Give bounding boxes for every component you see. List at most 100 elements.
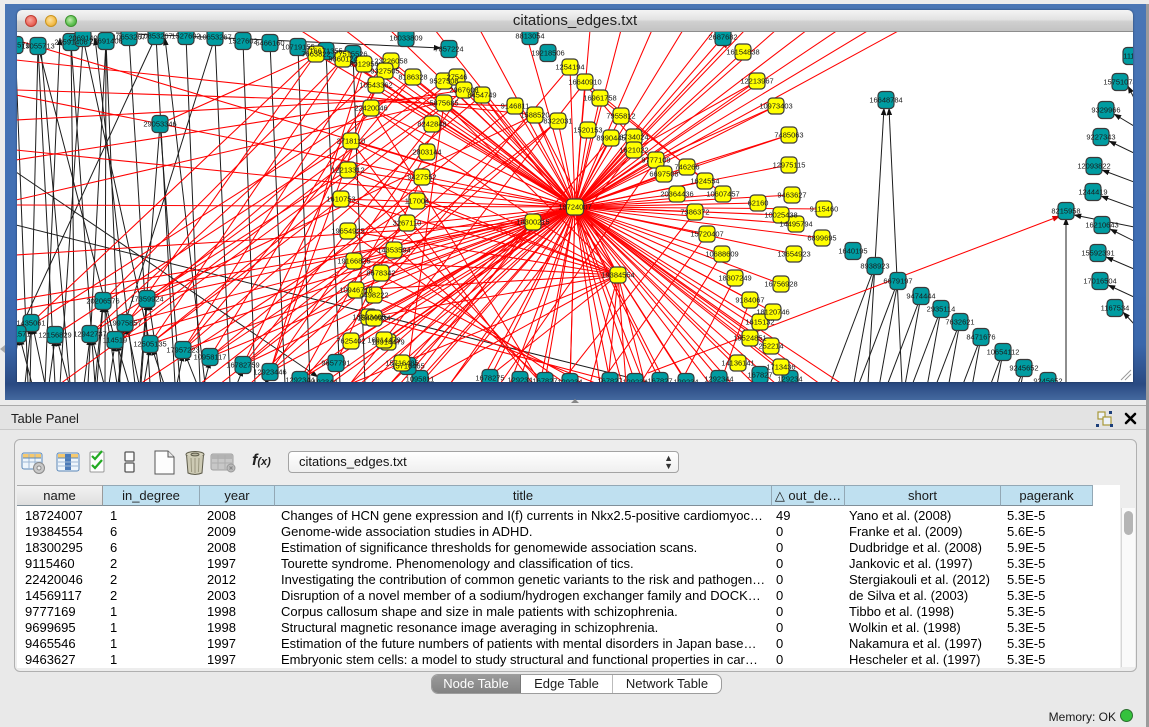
svg-text:7857224: 7857224: [434, 45, 463, 54]
svg-text:15592391: 15592391: [1081, 249, 1114, 258]
svg-text:62160: 62160: [748, 199, 769, 208]
svg-text:8471676: 8471676: [966, 333, 995, 342]
svg-text:1621022: 1621022: [619, 146, 648, 155]
svg-text:8322031: 8322031: [543, 117, 572, 126]
svg-text:9777109: 9777109: [641, 156, 670, 165]
svg-text:9329966: 9329966: [1091, 106, 1120, 115]
svg-text:167827: 167827: [747, 371, 772, 380]
svg-text:23226058: 23226058: [374, 57, 407, 66]
svg-text:3267110: 3267110: [393, 219, 422, 228]
svg-text:9427552: 9427552: [407, 173, 436, 182]
svg-text:14495794: 14495794: [779, 220, 812, 229]
svg-text:15751074: 15751074: [1103, 78, 1133, 87]
svg-text:1713436: 1713436: [766, 363, 795, 372]
svg-text:18307249: 18307249: [718, 274, 751, 283]
svg-text:27546: 27546: [447, 73, 468, 82]
svg-text:10025438: 10025438: [764, 211, 797, 220]
svg-text:1254194: 1254194: [555, 63, 584, 72]
svg-text:1678275: 1678275: [475, 374, 504, 383]
svg-text:16648784: 16648784: [869, 96, 902, 105]
svg-text:16154838: 16154838: [726, 48, 759, 57]
svg-text:19384554: 19384554: [601, 271, 634, 280]
svg-text:29053346: 29053346: [143, 120, 176, 129]
svg-text:10688609: 10688609: [705, 250, 738, 259]
svg-text:9657791: 9657791: [321, 359, 350, 368]
svg-text:4498222: 4498222: [359, 291, 388, 300]
svg-text:7386372: 7386372: [680, 208, 709, 217]
svg-text:12213312: 12213312: [331, 166, 364, 175]
svg-text:391571: 391571: [17, 330, 31, 339]
svg-text:1624554: 1624554: [690, 177, 719, 186]
svg-text:1292344: 1292344: [704, 375, 733, 383]
svg-text:167827: 167827: [532, 377, 557, 383]
svg-text:1244419: 1244419: [1078, 188, 1107, 197]
svg-text:2935114: 2935114: [927, 305, 956, 314]
svg-text:167827: 167827: [647, 377, 672, 383]
svg-text:10543362: 10543362: [359, 81, 392, 90]
svg-text:2718110: 2718110: [337, 137, 366, 146]
svg-text:1435061: 1435061: [17, 319, 46, 328]
svg-text:19055713: 19055713: [21, 42, 54, 51]
svg-text:129234: 129234: [673, 378, 698, 383]
svg-text:10654112: 10654112: [987, 348, 1020, 357]
svg-text:9146811: 9146811: [501, 102, 530, 111]
svg-text:14353594: 14353594: [377, 246, 410, 255]
svg-text:8454749: 8454749: [467, 91, 496, 100]
svg-text:9227343: 9227343: [1086, 133, 1115, 142]
svg-text:7663822: 7663822: [301, 50, 330, 59]
svg-text:16033809: 16033809: [389, 34, 422, 43]
svg-text:6734024: 6734024: [619, 133, 648, 142]
svg-text:9245652: 9245652: [1009, 364, 1038, 373]
svg-text:16640910: 16640910: [568, 78, 601, 87]
svg-text:12156829: 12156829: [38, 331, 71, 340]
svg-text:1615132: 1615132: [745, 318, 774, 327]
svg-text:9474444: 9474444: [906, 292, 935, 301]
svg-text:14136141: 14136141: [721, 359, 754, 368]
svg-text:12505135: 12505135: [133, 340, 166, 349]
svg-text:19218506: 19218506: [531, 49, 564, 58]
svg-text:9115460: 9115460: [810, 205, 839, 214]
svg-text:20364436: 20364436: [660, 190, 693, 199]
svg-text:7485063: 7485063: [774, 131, 803, 140]
svg-text:129234: 129234: [622, 378, 647, 383]
svg-text:5875685: 5875685: [429, 99, 458, 108]
svg-text:9184067: 9184067: [735, 296, 764, 305]
svg-text:2803144: 2803144: [412, 148, 441, 157]
svg-text:1610753: 1610753: [326, 195, 355, 204]
svg-text:16914479: 16914479: [367, 336, 400, 345]
svg-text:18120746: 18120746: [756, 308, 789, 317]
svg-text:1292344: 1292344: [285, 376, 314, 383]
svg-text:167827: 167827: [597, 377, 622, 383]
svg-text:10607457: 10607457: [706, 190, 739, 199]
svg-text:8242848: 8242848: [417, 120, 446, 129]
svg-text:16961758: 16961758: [583, 94, 616, 103]
svg-text:252214: 252214: [758, 342, 783, 351]
svg-text:7955812: 7955812: [606, 112, 635, 121]
svg-text:20206576: 20206576: [86, 297, 119, 306]
svg-text:8813054: 8813054: [515, 32, 544, 41]
svg-text:15720407: 15720407: [690, 230, 723, 239]
svg-text:1527602: 1527602: [171, 32, 200, 41]
svg-text:8186328: 8186328: [398, 73, 427, 82]
svg-text:12213967: 12213967: [740, 77, 773, 86]
svg-text:19975857: 19975857: [108, 319, 141, 328]
svg-text:17016504: 17016504: [1083, 277, 1116, 286]
svg-text:8938923: 8938923: [860, 262, 889, 271]
svg-text:22420046: 22420046: [354, 104, 387, 113]
svg-text:7625402: 7625402: [336, 337, 365, 346]
svg-text:12975115: 12975115: [773, 161, 806, 170]
svg-text:1167534: 1167534: [1101, 304, 1130, 313]
svg-text:10853267: 10853267: [139, 32, 172, 41]
svg-text:18300215: 18300215: [516, 218, 549, 227]
svg-text:129234: 129234: [777, 375, 802, 383]
svg-text:192344: 192344: [312, 378, 337, 383]
svg-text:10653267: 10653267: [198, 33, 231, 42]
svg-text:8678342: 8678342: [366, 269, 395, 278]
svg-text:16210643: 16210643: [1085, 221, 1118, 230]
svg-text:19654925: 19654925: [331, 227, 364, 236]
svg-text:16756928: 16756928: [764, 280, 797, 289]
svg-text:6899695: 6899695: [807, 234, 836, 243]
svg-text:129234: 129234: [507, 376, 532, 383]
svg-text:129234: 129234: [557, 378, 582, 383]
svg-text:12942737: 12942737: [73, 330, 106, 339]
